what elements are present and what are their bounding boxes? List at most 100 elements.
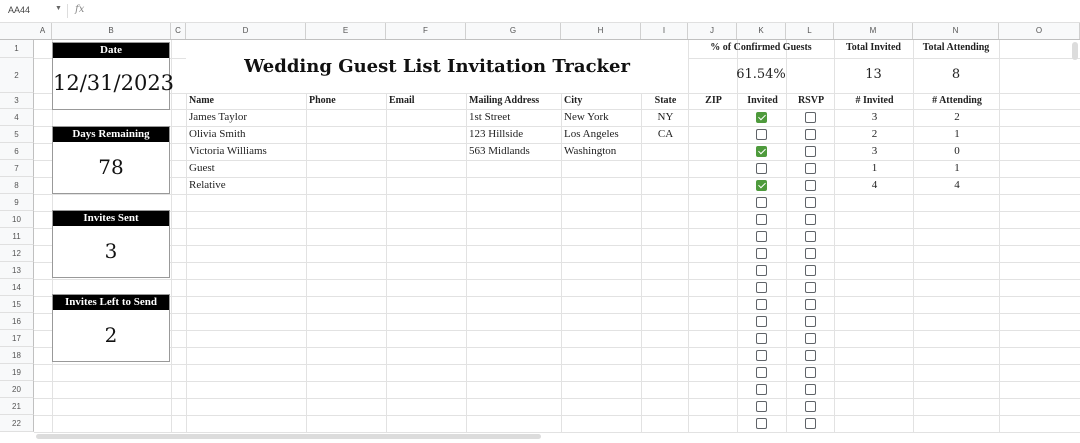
guest-num-attending[interactable]: 0: [916, 145, 998, 157]
row-header[interactable]: 5: [0, 126, 34, 143]
invited-checkbox[interactable]: [756, 299, 767, 310]
card-value[interactable]: 12/31/2023: [53, 58, 174, 108]
invited-checkbox[interactable]: [756, 282, 767, 293]
horizontal-scrollbar[interactable]: [36, 434, 541, 439]
rsvp-checkbox[interactable]: [805, 350, 816, 361]
guest-name[interactable]: Victoria Williams: [189, 145, 305, 157]
guest-name[interactable]: Olivia Smith: [189, 128, 305, 140]
name-box[interactable]: AA44: [8, 5, 30, 15]
guest-address[interactable]: 1st Street: [469, 111, 560, 123]
guest-name[interactable]: Guest: [189, 162, 305, 174]
guest-num-invited[interactable]: 1: [837, 162, 912, 174]
guest-num-invited[interactable]: 2: [837, 128, 912, 140]
row-header[interactable]: 3: [0, 93, 34, 109]
column-header[interactable]: I: [641, 23, 688, 39]
row-header[interactable]: 21: [0, 398, 34, 415]
rsvp-checkbox[interactable]: [805, 265, 816, 276]
guest-city[interactable]: New York: [564, 111, 640, 123]
guest-address[interactable]: 563 Midlands: [469, 145, 560, 157]
invited-checkbox[interactable]: [756, 384, 767, 395]
guest-num-attending[interactable]: 4: [916, 179, 998, 191]
row-header[interactable]: 15: [0, 296, 34, 313]
rsvp-checkbox[interactable]: [805, 248, 816, 259]
column-header[interactable]: D: [186, 23, 306, 39]
invited-checkbox[interactable]: [756, 129, 767, 140]
rsvp-checkbox[interactable]: [805, 316, 816, 327]
guest-state[interactable]: CA: [644, 128, 687, 140]
guest-name[interactable]: Relative: [189, 179, 305, 191]
rsvp-checkbox[interactable]: [805, 163, 816, 174]
rsvp-checkbox[interactable]: [805, 231, 816, 242]
column-header[interactable]: F: [386, 23, 466, 39]
chevron-down-icon[interactable]: ▼: [55, 5, 62, 12]
guest-city[interactable]: Washington: [564, 145, 640, 157]
guest-num-attending[interactable]: 1: [916, 128, 998, 140]
vertical-scrollbar[interactable]: [1072, 42, 1078, 60]
row-header[interactable]: 17: [0, 330, 34, 347]
invited-checkbox[interactable]: [756, 163, 767, 174]
column-header[interactable]: O: [999, 23, 1080, 39]
row-header[interactable]: 9: [0, 194, 34, 211]
guest-num-attending[interactable]: 2: [916, 111, 998, 123]
invited-checkbox[interactable]: [756, 265, 767, 276]
rsvp-checkbox[interactable]: [805, 214, 816, 225]
rsvp-checkbox[interactable]: [805, 401, 816, 412]
card-value[interactable]: 3: [53, 226, 169, 276]
column-header[interactable]: C: [171, 23, 186, 39]
invited-checkbox[interactable]: [756, 146, 767, 157]
rsvp-checkbox[interactable]: [805, 299, 816, 310]
row-header[interactable]: 10: [0, 211, 34, 228]
total-attending-value[interactable]: 8: [913, 67, 999, 82]
row-header[interactable]: 18: [0, 347, 34, 364]
column-header[interactable]: B: [52, 23, 171, 39]
row-header[interactable]: 12: [0, 245, 34, 262]
column-header[interactable]: L: [786, 23, 834, 39]
row-header[interactable]: 1: [0, 40, 34, 58]
row-header[interactable]: 11: [0, 228, 34, 245]
rsvp-checkbox[interactable]: [805, 367, 816, 378]
row-header[interactable]: 19: [0, 364, 34, 381]
rsvp-checkbox[interactable]: [805, 384, 816, 395]
invited-checkbox[interactable]: [756, 180, 767, 191]
card-value[interactable]: 2: [53, 310, 169, 360]
column-header[interactable]: K: [737, 23, 786, 39]
rsvp-checkbox[interactable]: [805, 146, 816, 157]
column-header[interactable]: A: [34, 23, 52, 39]
invited-checkbox[interactable]: [756, 401, 767, 412]
invited-checkbox[interactable]: [756, 214, 767, 225]
row-header[interactable]: 4: [0, 109, 34, 126]
row-header[interactable]: 22: [0, 415, 34, 432]
rsvp-checkbox[interactable]: [805, 180, 816, 191]
row-header[interactable]: 7: [0, 160, 34, 177]
invited-checkbox[interactable]: [756, 418, 767, 429]
row-header[interactable]: 6: [0, 143, 34, 160]
invited-checkbox[interactable]: [756, 367, 767, 378]
guest-num-attending[interactable]: 1: [916, 162, 998, 174]
row-header[interactable]: 16: [0, 313, 34, 330]
invited-checkbox[interactable]: [756, 112, 767, 123]
column-header[interactable]: G: [466, 23, 561, 39]
row-header[interactable]: 14: [0, 279, 34, 296]
total-invited-value[interactable]: 13: [834, 67, 913, 82]
card-value[interactable]: 78: [53, 142, 169, 192]
invited-checkbox[interactable]: [756, 350, 767, 361]
column-header[interactable]: H: [561, 23, 641, 39]
column-header[interactable]: J: [688, 23, 737, 39]
column-header[interactable]: E: [306, 23, 386, 39]
invited-checkbox[interactable]: [756, 248, 767, 259]
guest-state[interactable]: NY: [644, 111, 687, 123]
rsvp-checkbox[interactable]: [805, 418, 816, 429]
invited-checkbox[interactable]: [756, 316, 767, 327]
rsvp-checkbox[interactable]: [805, 129, 816, 140]
guest-num-invited[interactable]: 3: [837, 145, 912, 157]
rsvp-checkbox[interactable]: [805, 197, 816, 208]
row-header[interactable]: 20: [0, 381, 34, 398]
invited-checkbox[interactable]: [756, 197, 767, 208]
row-header[interactable]: 2: [0, 58, 34, 93]
invited-checkbox[interactable]: [756, 231, 767, 242]
guest-name[interactable]: James Taylor: [189, 111, 305, 123]
rsvp-checkbox[interactable]: [805, 333, 816, 344]
guest-num-invited[interactable]: 4: [837, 179, 912, 191]
guest-address[interactable]: 123 Hillside: [469, 128, 560, 140]
column-header[interactable]: N: [913, 23, 999, 39]
